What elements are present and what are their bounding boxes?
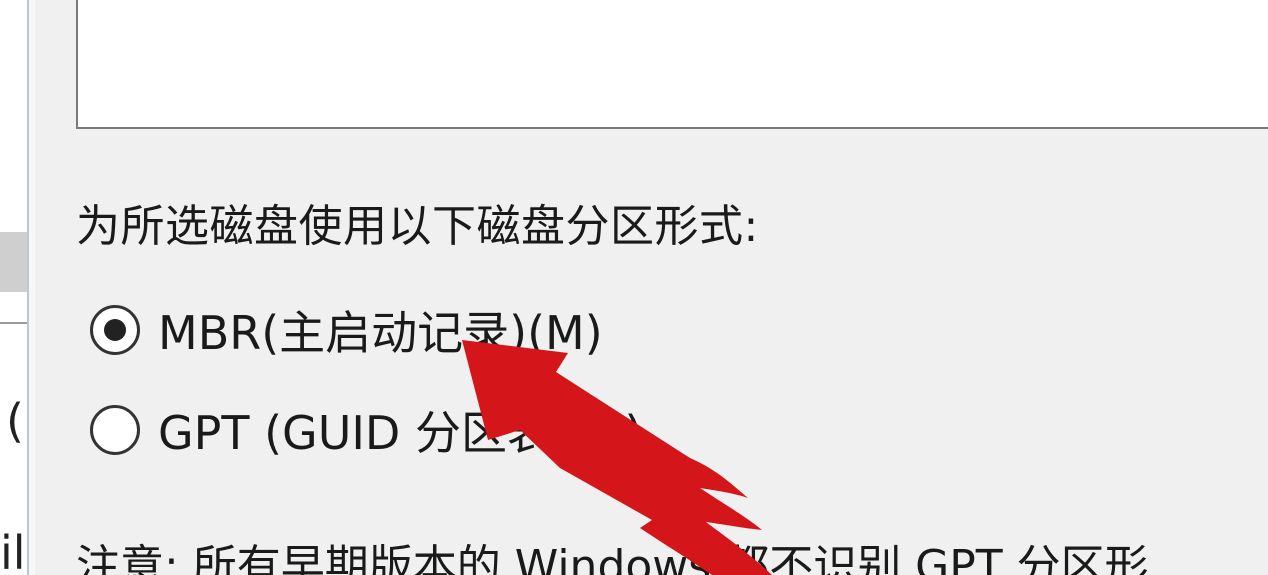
background-divider xyxy=(0,322,27,324)
background-window-strip: ( il xyxy=(0,0,27,575)
partition-style-prompt: 为所选磁盘使用以下磁盘分区形式: xyxy=(76,201,759,252)
radio-option-gpt[interactable]: GPT (GUID 分区表)(G) xyxy=(90,400,642,460)
background-text-fragment: il xyxy=(0,526,26,575)
radio-button-gpt[interactable] xyxy=(90,405,140,455)
disk-list-box[interactable] xyxy=(76,0,1268,129)
background-selected-row xyxy=(0,232,27,292)
radio-button-mbr[interactable] xyxy=(90,305,140,355)
background-text-fragment: ( xyxy=(6,394,24,448)
radio-label-gpt[interactable]: GPT (GUID 分区表)(G) xyxy=(158,397,642,463)
dialog-border-highlight xyxy=(29,0,35,575)
radio-option-mbr[interactable]: MBR(主启动记录)(M) xyxy=(90,300,603,360)
screenshot-stage: ( il 为所选磁盘使用以下磁盘分区形式: MBR(主启动记录)(M) GPT … xyxy=(0,0,1268,575)
gpt-compatibility-note: 注意: 所有早期版本的 Windows 都不识别 GPT 分区形 xyxy=(76,541,1149,575)
radio-label-mbr[interactable]: MBR(主启动记录)(M) xyxy=(158,297,603,363)
